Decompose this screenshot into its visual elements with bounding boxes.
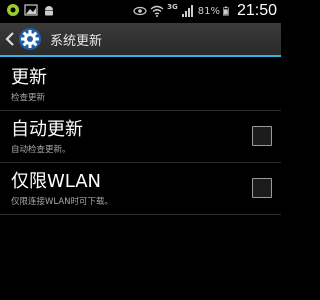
android-icon [45, 6, 53, 16]
battery-icon [222, 6, 229, 16]
chevron-left-icon [5, 32, 14, 46]
pref-title: 更新 [11, 67, 47, 88]
status-notifications [6, 3, 56, 17]
clock: 21:50 [236, 2, 277, 19]
action-bar: 系统更新 [0, 23, 281, 57]
pref-update[interactable]: 更新 检查更新 [0, 59, 281, 111]
wifi-icon [150, 5, 164, 17]
pref-title: 仅限WLAN [11, 171, 102, 192]
page-title: 系统更新 [50, 33, 103, 49]
status-indicators: 3G 81% 21:50 [133, 2, 277, 20]
wlan-only-checkbox[interactable] [252, 178, 272, 198]
pref-summary: 仅限连接WLAN时可下载。 [11, 197, 114, 207]
gear-icon [19, 28, 41, 50]
signal-icon [181, 5, 193, 17]
status-bar: 3G 81% 21:50 [0, 0, 281, 23]
pref-auto-update[interactable]: 自动更新 自动检查更新。 [0, 111, 281, 163]
preference-list: 更新 检查更新 自动更新 自动检查更新。 仅限WLAN 仅限连接WLAN时可下载… [0, 59, 281, 215]
notification-icon [7, 4, 19, 16]
image-icon [24, 4, 38, 16]
pref-summary: 检查更新 [11, 93, 46, 103]
eye-icon [133, 6, 147, 16]
pref-title: 自动更新 [11, 119, 83, 140]
pref-summary: 自动检查更新。 [11, 145, 71, 155]
battery-percent: 81% [197, 5, 220, 17]
up-navigation-button[interactable] [0, 22, 42, 56]
network-type: 3G [167, 3, 178, 11]
auto-update-checkbox[interactable] [252, 126, 272, 146]
pref-wlan-only[interactable]: 仅限WLAN 仅限连接WLAN时可下载。 [0, 163, 281, 215]
